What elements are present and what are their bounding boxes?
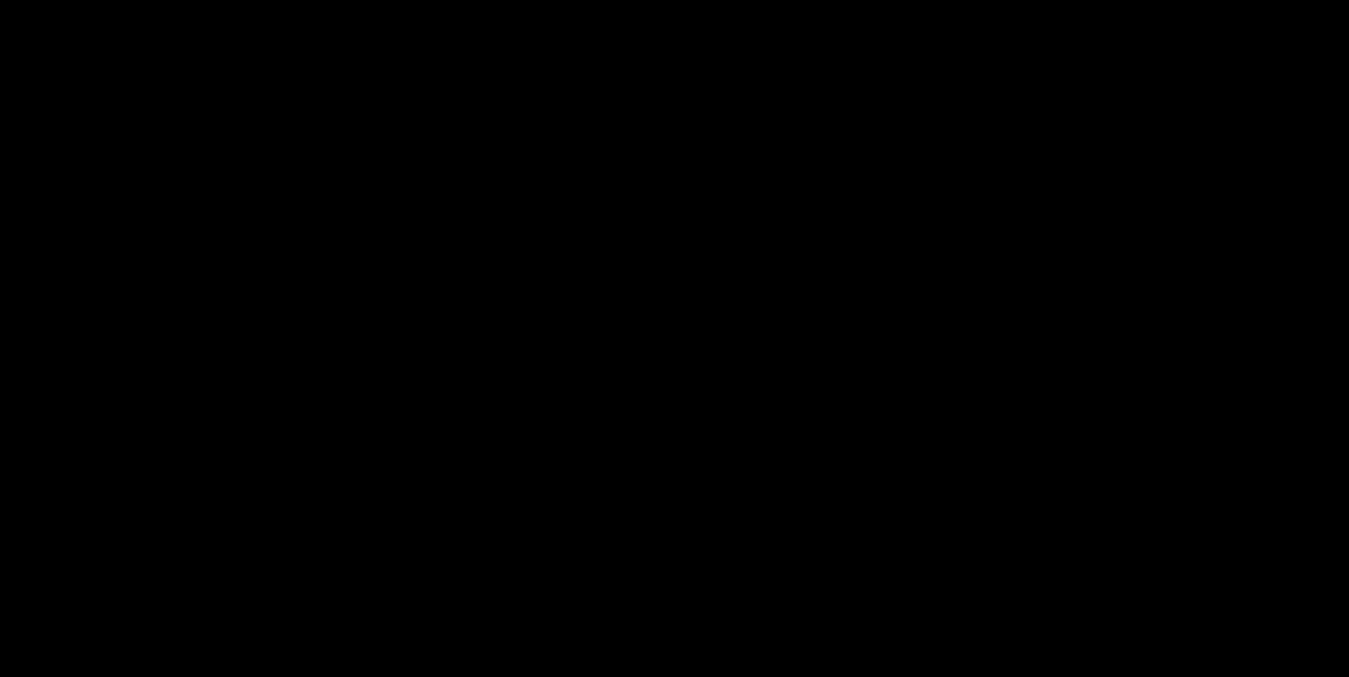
meters-section bbox=[0, 0, 1349, 14]
